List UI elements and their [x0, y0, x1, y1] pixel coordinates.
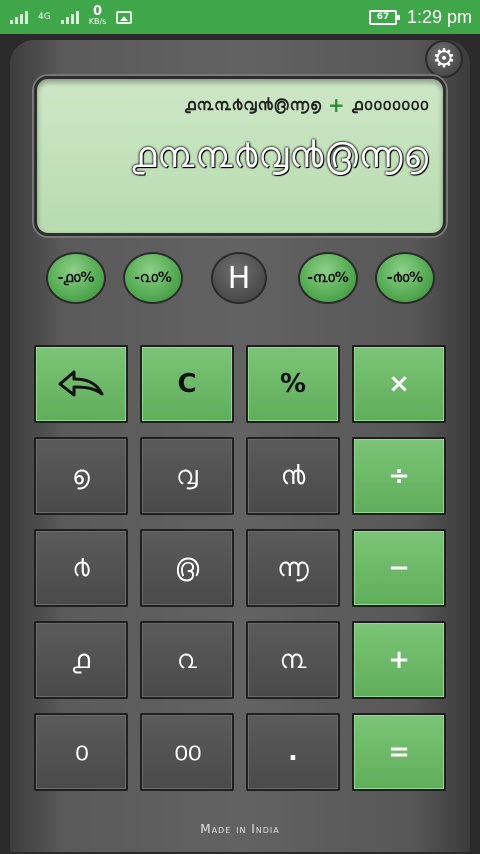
digit-2-button[interactable]: ൨	[140, 621, 234, 699]
back-arrow-icon	[58, 370, 104, 397]
digit-8-button[interactable]: ൮	[140, 437, 234, 515]
battery-icon: 67	[368, 9, 400, 25]
minus-20-percent-button[interactable]: -൨൦%	[123, 252, 183, 304]
digit-9-button[interactable]: ൯	[246, 437, 340, 515]
calculator-display: ൧൩൩൪൮൯൫൬൭ + ൧൦൦൦൦൦൦൦ ൧൩൩൪൮൯൫൬൭	[34, 76, 446, 236]
network-type: 4G	[38, 11, 51, 22]
speed-unit: KB/s	[88, 17, 107, 26]
battery-level: 67	[376, 12, 390, 22]
result-value: ൧൩൩൪൮൯൫൬൭	[131, 135, 429, 176]
digit-7-button[interactable]: ൭	[34, 437, 128, 515]
expression-left: ൧൩൩൪൮൯൫൬൭	[184, 95, 322, 114]
history-button[interactable]: H	[211, 252, 267, 304]
speed-value: 0	[92, 4, 103, 19]
minus-10-percent-button[interactable]: -൧൦%	[46, 252, 106, 304]
status-left: 4G 0 KB/s	[10, 4, 133, 27]
digit-1-button[interactable]: ൧	[34, 621, 128, 699]
minus-30-percent-button[interactable]: -൩൦%	[298, 252, 358, 304]
expression-right: ൧൦൦൦൦൦൦൦	[351, 95, 429, 114]
network-speed: 0 KB/s	[88, 4, 107, 27]
multiply-button[interactable]: ×	[352, 345, 446, 423]
minus-button[interactable]: −	[352, 529, 446, 607]
decimal-point-button[interactable]: .	[246, 713, 340, 791]
minus-40-percent-button[interactable]: -൪൦%	[375, 252, 435, 304]
status-right: 67 1:29 pm	[368, 6, 472, 28]
footer-made-in-india: Made in India	[200, 822, 280, 836]
clock: 1:29 pm	[406, 6, 472, 27]
expression-operator: +	[327, 93, 346, 117]
signal-icon-2	[60, 10, 79, 24]
signal-icon	[10, 10, 28, 24]
double-zero-button[interactable]: ൦൦	[140, 713, 234, 791]
digit-4-button[interactable]: ൪	[34, 529, 128, 607]
percent-button-row: -൧൦% -൨൦% H -൩൦% -൪൦%	[0, 250, 480, 310]
digit-0-button[interactable]: ൦	[34, 713, 128, 791]
digit-5-button[interactable]: ൫	[140, 529, 234, 607]
expression-line: ൧൩൩൪൮൯൫൬൭ + ൧൦൦൦൦൦൦൦	[185, 93, 429, 117]
equals-button[interactable]: =	[352, 713, 446, 791]
digit-3-button[interactable]: ൩	[246, 621, 340, 699]
image-notification-icon	[116, 10, 133, 24]
digit-6-button[interactable]: ൬	[246, 529, 340, 607]
settings-gear-icon[interactable]: ⚙	[425, 40, 463, 78]
percent-button[interactable]: %	[246, 345, 340, 423]
divide-button[interactable]: ÷	[352, 437, 446, 515]
plus-button[interactable]: +	[352, 621, 446, 699]
backspace-button[interactable]	[34, 345, 128, 423]
status-bar: 4G 0 KB/s 67 1:29 pm	[0, 0, 480, 34]
clear-button[interactable]: C	[140, 345, 234, 423]
